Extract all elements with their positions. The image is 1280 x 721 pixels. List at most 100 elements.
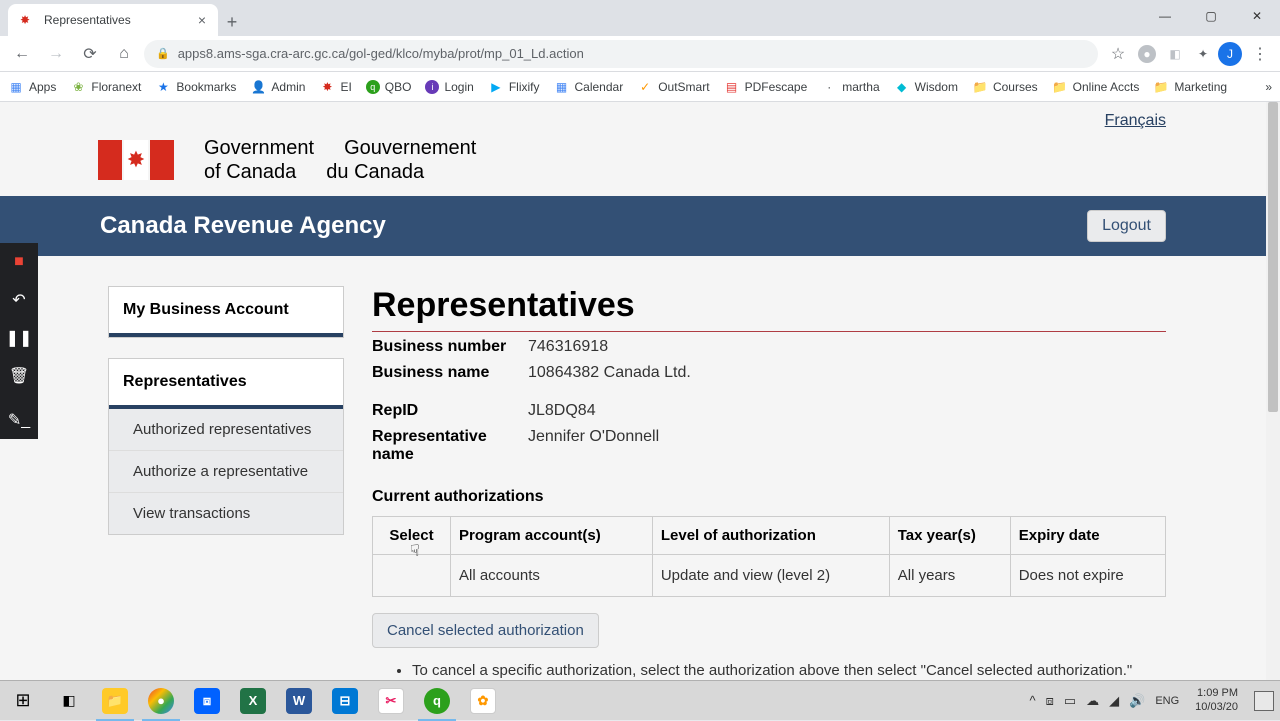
url-input[interactable]: 🔒 apps8.ams-sga.cra-arc.gc.ca/gol-ged/kl… xyxy=(144,40,1098,68)
bookmark-item[interactable]: ▶Flixify xyxy=(488,79,540,95)
canada-flag-icon: ✸ xyxy=(98,140,174,180)
sidebar-title-representatives[interactable]: Representatives xyxy=(109,359,343,409)
tray-language[interactable]: ENG xyxy=(1155,695,1179,707)
label-rep-name: Representative name xyxy=(372,428,528,464)
delete-button[interactable]: 🗑 xyxy=(0,357,38,395)
taskbar-chrome[interactable]: ● xyxy=(138,681,184,721)
close-tab-icon[interactable]: × xyxy=(198,12,206,28)
bookmark-item[interactable]: 👤Admin xyxy=(250,79,305,95)
sidebar-item-transactions[interactable]: View transactions xyxy=(109,493,343,534)
main-content: Representatives Business number746316918… xyxy=(372,286,1166,680)
bookmark-item[interactable]: ▦Calendar xyxy=(554,79,624,95)
taskbar-clock[interactable]: 1:09 PM 10/03/20 xyxy=(1189,687,1244,713)
browser-menu-icon[interactable]: ⋮ xyxy=(1248,44,1272,64)
help-item: To cancel a specific authorization, sele… xyxy=(412,662,1166,679)
tray-onedrive-icon[interactable]: ☁ xyxy=(1086,693,1099,709)
government-wordmark: GovernmentGouvernement of Canadadu Canad… xyxy=(204,136,476,184)
address-bar: ← → ⟳ ⌂ 🔒 apps8.ams-sga.cra-arc.gc.ca/go… xyxy=(0,36,1280,72)
label-business-number: Business number xyxy=(372,338,528,356)
start-button[interactable]: ⊞ xyxy=(0,681,46,721)
maximize-button[interactable]: ▢ xyxy=(1188,0,1234,32)
profile-avatar[interactable]: J xyxy=(1218,42,1242,66)
col-expiry: Expiry date xyxy=(1010,517,1165,555)
bookmarks-overflow[interactable]: » xyxy=(1265,80,1272,94)
notifications-button[interactable] xyxy=(1254,691,1274,711)
record-stop-button[interactable]: ■ xyxy=(0,243,38,281)
cell-level: Update and view (level 2) xyxy=(652,555,889,597)
extensions: ● ◧ ✦ xyxy=(1138,45,1212,63)
col-select: Select xyxy=(373,517,451,555)
agency-title: Canada Revenue Agency xyxy=(100,212,386,240)
bookmark-item[interactable]: ❀Floranext xyxy=(70,79,141,95)
current-auth-heading: Current authorizations xyxy=(372,488,1166,506)
browser-tab[interactable]: ✸ Representatives × xyxy=(8,4,218,36)
extension-icon[interactable]: ● xyxy=(1138,45,1156,63)
tray-wifi-icon[interactable]: ◢ xyxy=(1109,693,1119,709)
taskbar-dropbox[interactable]: ⧈ xyxy=(184,681,230,721)
draw-button[interactable]: ✎_ xyxy=(0,401,38,439)
taskbar-excel[interactable]: X xyxy=(230,681,276,721)
reload-button[interactable]: ⟳ xyxy=(76,40,104,68)
sidebar: My Business Account Representatives Auth… xyxy=(108,286,344,680)
cell-select[interactable] xyxy=(373,555,451,597)
bookmark-folder[interactable]: 📁Online Accts xyxy=(1052,79,1140,95)
agency-bar: Canada Revenue Agency Logout xyxy=(0,196,1266,256)
pause-button[interactable]: ❚❚ xyxy=(0,319,38,357)
bookmark-item[interactable]: ✓OutSmart xyxy=(637,79,709,95)
taskbar-quickbooks[interactable]: q xyxy=(414,681,460,721)
forward-button[interactable]: → xyxy=(42,40,70,68)
task-view-button[interactable]: ◧ xyxy=(46,681,92,721)
bookmark-folder[interactable]: 📁Marketing xyxy=(1153,79,1227,95)
bookmark-item[interactable]: qQBO xyxy=(366,80,412,94)
bookmark-item[interactable]: ✸EI xyxy=(319,79,351,95)
minimize-button[interactable]: — xyxy=(1142,0,1188,32)
tab-title: Representatives xyxy=(44,13,131,27)
tray-battery-icon[interactable]: ▭ xyxy=(1064,693,1076,709)
sidebar-item-authorize[interactable]: Authorize a representative xyxy=(109,451,343,493)
url-text: apps8.ams-sga.cra-arc.gc.ca/gol-ged/klco… xyxy=(178,46,584,61)
close-window-button[interactable]: ✕ xyxy=(1234,0,1280,32)
cell-years: All years xyxy=(889,555,1010,597)
bookmark-item[interactable]: iLogin xyxy=(425,80,473,94)
bookmark-item[interactable]: ·martha xyxy=(821,79,879,95)
sidebar-title-account[interactable]: My Business Account xyxy=(109,287,343,337)
undo-button[interactable]: ↶ xyxy=(0,281,38,319)
window-controls: — ▢ ✕ xyxy=(1142,0,1280,32)
bookmark-item[interactable]: ★Bookmarks xyxy=(155,79,236,95)
tray-chevron-icon[interactable]: ^ xyxy=(1029,693,1035,708)
sidebar-item-authorized[interactable]: Authorized representatives xyxy=(109,409,343,451)
page-content: Français ✸ GovernmentGouvernement of Can… xyxy=(0,102,1266,680)
star-icon[interactable]: ☆ xyxy=(1104,40,1132,68)
taskbar-calculator[interactable]: ⊟ xyxy=(322,681,368,721)
col-level: Level of authorization xyxy=(652,517,889,555)
cell-expiry: Does not expire xyxy=(1010,555,1165,597)
logout-button[interactable]: Logout xyxy=(1087,210,1166,242)
tray-volume-icon[interactable]: 🔊 xyxy=(1129,693,1145,709)
scrollbar[interactable] xyxy=(1266,102,1280,680)
taskbar-file-explorer[interactable]: 📁 xyxy=(92,681,138,721)
language-toggle[interactable]: Français xyxy=(1105,112,1166,129)
value-rep-name: Jennifer O'Donnell xyxy=(528,428,659,464)
taskbar-snip[interactable]: ✂ xyxy=(368,681,414,721)
bookmark-item[interactable]: ◆Wisdom xyxy=(894,79,958,95)
taskbar: ⊞ ◧ 📁 ● ⧈ X W ⊟ ✂ q ✿ ^ ⧈ ▭ ☁ ◢ 🔊 ENG 1:… xyxy=(0,680,1280,720)
value-business-name: 10864382 Canada Ltd. xyxy=(528,364,691,382)
home-button[interactable]: ⌂ xyxy=(110,40,138,68)
scrollbar-thumb[interactable] xyxy=(1268,102,1278,412)
recording-toolbar: ■ ↶ ❚❚ 🗑 ✎_ xyxy=(0,243,38,439)
page-heading: Representatives xyxy=(372,286,1166,332)
apps-shortcut[interactable]: ▦Apps xyxy=(8,79,56,95)
cancel-authorization-button[interactable]: Cancel selected authorization xyxy=(372,613,599,648)
extension-icon[interactable]: ◧ xyxy=(1166,45,1184,63)
value-business-number: 746316918 xyxy=(528,338,608,356)
bookmark-folder[interactable]: 📁Courses xyxy=(972,79,1038,95)
bookmarks-bar: ▦Apps ❀Floranext ★Bookmarks 👤Admin ✸EI q… xyxy=(0,72,1280,102)
extensions-menu-icon[interactable]: ✦ xyxy=(1194,45,1212,63)
bookmark-item[interactable]: ▤PDFescape xyxy=(724,79,808,95)
tray-dropbox-icon[interactable]: ⧈ xyxy=(1046,693,1054,709)
taskbar-app[interactable]: ✿ xyxy=(460,681,506,721)
new-tab-button[interactable]: + xyxy=(218,8,246,36)
back-button[interactable]: ← xyxy=(8,40,36,68)
taskbar-word[interactable]: W xyxy=(276,681,322,721)
sidebar-box-account: My Business Account xyxy=(108,286,344,338)
